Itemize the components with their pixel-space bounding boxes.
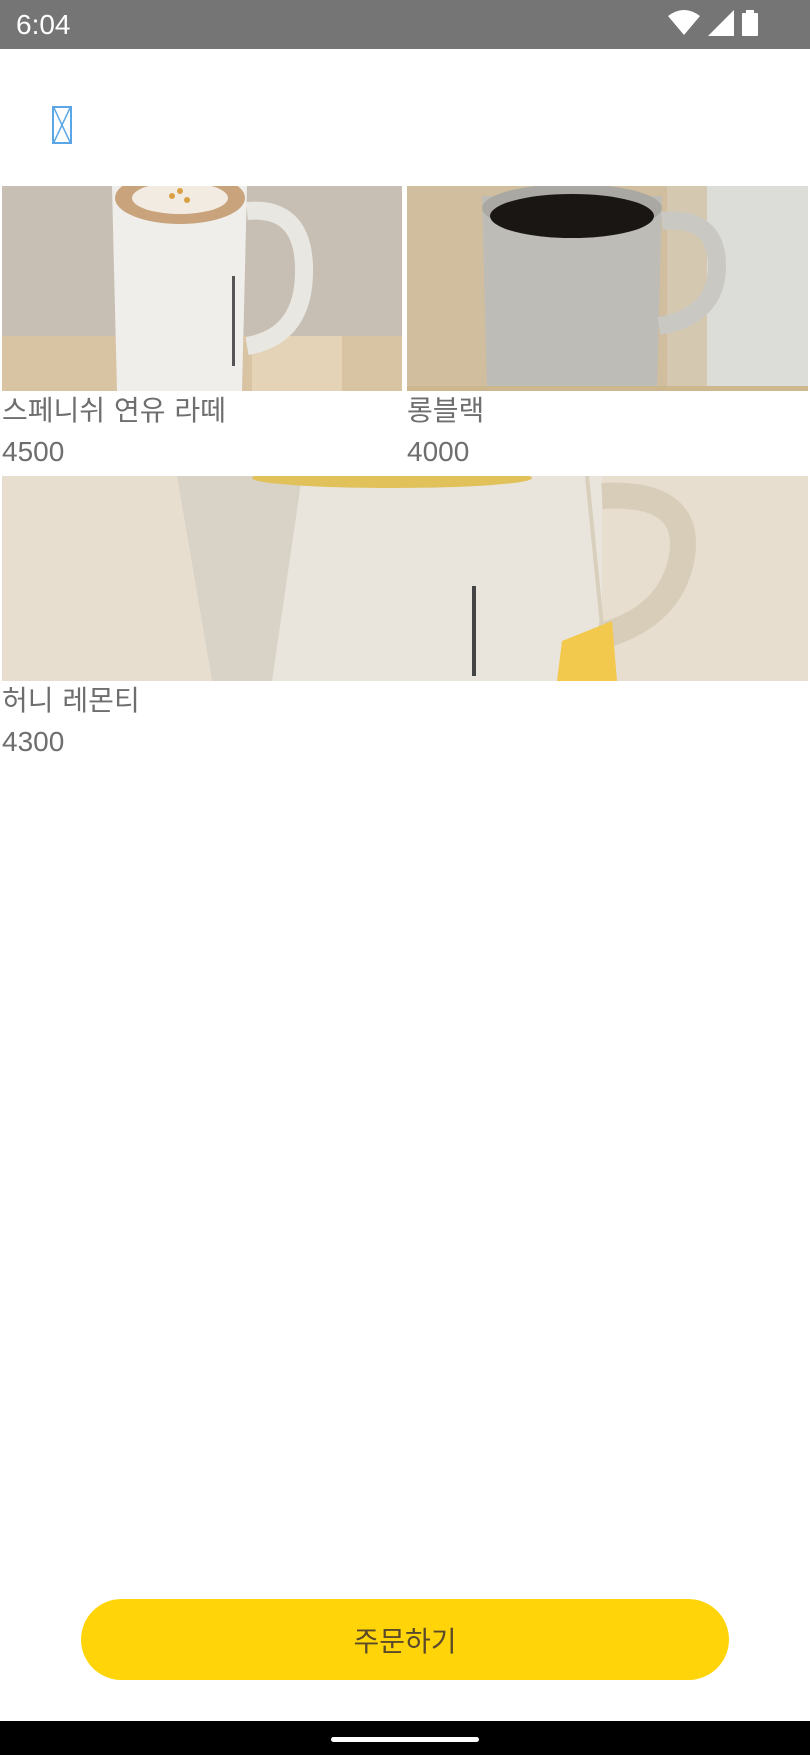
status-icons	[668, 10, 758, 40]
menu-item-image	[407, 186, 808, 391]
menu-item-image	[2, 476, 808, 681]
menu-item-name: 허니 레몬티	[2, 684, 140, 717]
home-handle[interactable]	[331, 1737, 479, 1742]
menu-item-price: 4000	[407, 436, 470, 467]
status-bar: 6:04	[0, 0, 810, 49]
navigation-bar	[0, 1721, 810, 1755]
wifi-icon	[668, 10, 700, 40]
status-time: 6:04	[16, 9, 71, 40]
menu-item-name: 스페니쉬 연유 라떼	[2, 394, 226, 427]
signal-icon	[708, 10, 734, 40]
menu-item-image	[2, 186, 402, 391]
menu-item-card[interactable]: 롱블랙 4000	[407, 186, 808, 476]
broken-image-icon	[52, 106, 72, 144]
menu-item-price: 4500	[2, 436, 65, 467]
menu-item-price: 4300	[2, 726, 65, 757]
battery-icon	[742, 10, 758, 40]
menu-item-card[interactable]: 허니 레몬티 4300	[2, 476, 808, 766]
order-button[interactable]: 주문하기	[81, 1599, 729, 1680]
menu-item-card[interactable]: 스페니쉬 연유 라떼 4500	[2, 186, 402, 476]
menu-item-name: 롱블랙	[407, 394, 485, 427]
